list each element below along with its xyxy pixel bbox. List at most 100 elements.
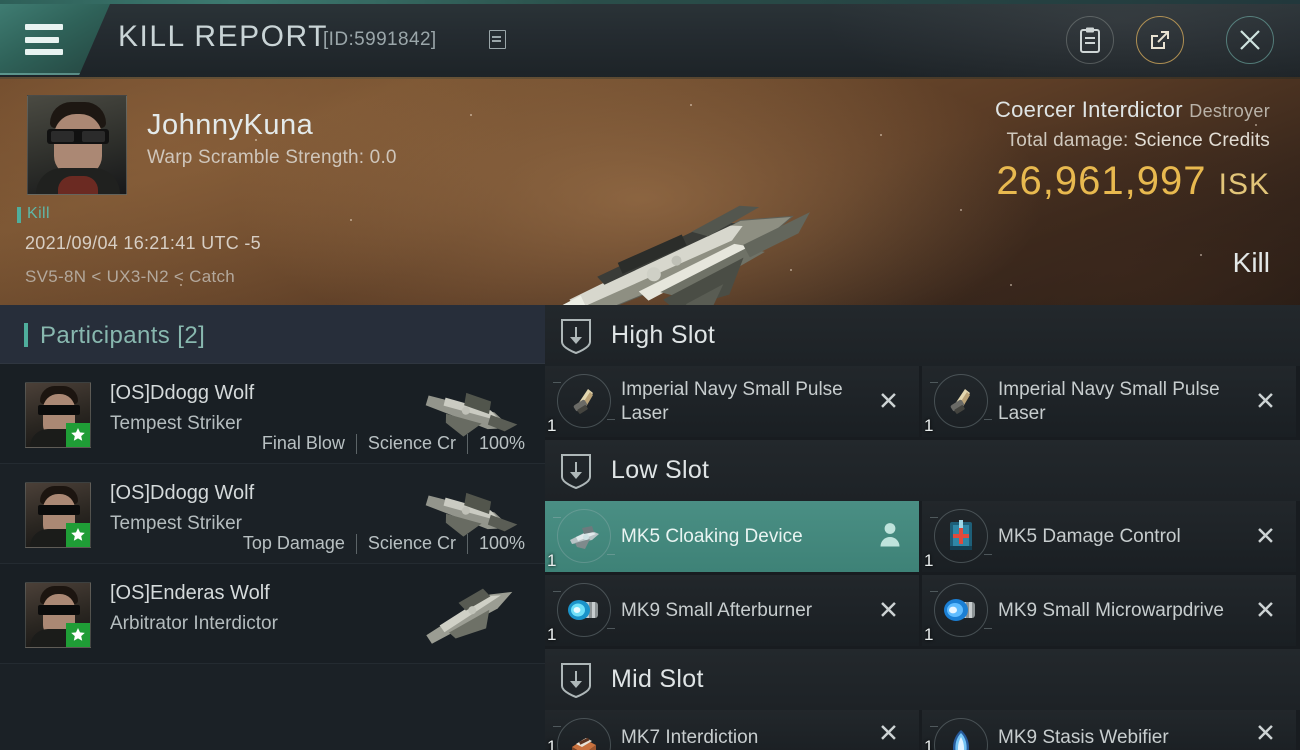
participant-ship: Tempest Striker: [110, 513, 242, 534]
participant-row[interactable]: [OS]Ddogg Wolf Tempest Striker Top Damag…: [0, 464, 545, 564]
microwarpdrive-art: [944, 599, 975, 621]
participant-percent: 100%: [478, 533, 525, 553]
slot-item[interactable]: 1 MK7 Interdiction ✕: [545, 710, 919, 750]
avatar-face: [54, 114, 102, 176]
slot-grid-low: 1 MK5 Cloaking Device 1 MK5 Damage Contr…: [545, 501, 1300, 649]
victim-avatar[interactable]: [27, 95, 127, 195]
participant-ship-icon: [426, 588, 513, 644]
slot-item[interactable]: 1 MK5 Damage Control ✕: [922, 501, 1296, 572]
title-bar: KILL REPORT [ID:5991842]: [0, 0, 1300, 79]
slot-grid-high: 1 Imperial Navy Small Pulse Laser ✕ 1 Im…: [545, 366, 1300, 440]
copy-icon[interactable]: [489, 30, 506, 49]
module-quantity: 1: [924, 625, 934, 644]
slot-header-mid: Mid Slot: [545, 649, 1300, 710]
participant-avatar[interactable]: [25, 482, 91, 548]
module-name: MK9 Stasis Webifier: [998, 727, 1169, 748]
module-name: MK7 Interdiction: [621, 727, 759, 748]
avatar-sunglasses: [47, 129, 109, 144]
kill-tag: Kill: [17, 205, 50, 223]
participant-percent: 100%: [478, 433, 525, 453]
module-quantity: 1: [547, 416, 557, 435]
avatar-sunglasses: [38, 505, 80, 515]
module-icon: [553, 716, 613, 750]
participant-role: Final Blow: [261, 433, 345, 453]
kill-location: SV5-8N < UX3-N2 < Catch: [25, 267, 236, 286]
participant-name: [OS]Ddogg Wolf: [110, 382, 255, 404]
module-quantity: 1: [547, 625, 557, 644]
slot-item[interactable]: 1 MK9 Stasis Webifier ✕: [922, 710, 1296, 750]
pulse-laser-art: [573, 389, 593, 414]
participant-meta: Top Damage Science Cr 100%: [243, 533, 525, 554]
kill-timestamp: 2021/09/04 16:21:41 UTC -5: [25, 233, 261, 253]
clipboard-icon[interactable]: [1066, 16, 1114, 64]
meta-separator: [355, 433, 357, 454]
pilot-icon[interactable]: [879, 521, 901, 552]
remove-module-icon[interactable]: ✕: [1255, 524, 1276, 549]
participant-corp: Science Cr: [367, 533, 456, 553]
meta-separator: [466, 533, 468, 554]
slot-title: High Slot: [611, 321, 716, 349]
slot-item[interactable]: 1 Imperial Navy Small Pulse Laser ✕: [922, 366, 1296, 437]
isk-value-line: 26,961,997 ISK: [995, 159, 1270, 204]
module-name: MK9 Small Microwarpdrive: [998, 599, 1224, 621]
slot-grid-mid: 1 MK7 Interdiction ✕ 1 MK9 Stasis Webifi…: [545, 710, 1300, 750]
avatar-collar: [58, 176, 98, 194]
participant-ship: Tempest Striker: [110, 413, 242, 434]
module-icon: [553, 581, 615, 641]
module-icon: [553, 507, 615, 567]
isk-amount: 26,961,997: [996, 159, 1207, 203]
star-badge-icon: [66, 423, 90, 447]
remove-module-icon[interactable]: ✕: [878, 721, 899, 747]
module-icon: [930, 581, 992, 641]
total-damage-line: Total damage: Science Credits: [995, 130, 1270, 152]
module-name: MK5 Cloaking Device: [621, 525, 803, 547]
close-icon[interactable]: [1226, 16, 1274, 64]
module-quantity: 1: [924, 416, 934, 435]
stasis-webifier-art: [953, 730, 969, 750]
module-name: Imperial Navy Small Pulse Laser: [998, 378, 1220, 424]
avatar-sunglasses: [38, 405, 80, 415]
module-name: MK5 Damage Control: [998, 525, 1181, 547]
slot-item[interactable]: 1 MK9 Small Afterburner ✕: [545, 575, 919, 646]
afterburner-art: [568, 600, 598, 620]
pulse-laser-art: [950, 389, 970, 414]
slot-item[interactable]: 1 Imperial Navy Small Pulse Laser ✕: [545, 366, 919, 437]
report-id: [ID:5991842]: [323, 29, 437, 50]
module-icon: [930, 372, 992, 432]
external-link-icon[interactable]: [1136, 16, 1184, 64]
slot-header-low: Low Slot: [545, 440, 1300, 501]
remove-module-icon[interactable]: ✕: [878, 598, 899, 623]
close-glyph: [1240, 30, 1260, 50]
remove-module-icon[interactable]: ✕: [1255, 389, 1276, 414]
module-name: MK9 Small Afterburner: [621, 599, 813, 621]
participant-avatar[interactable]: [25, 582, 91, 648]
page-title: KILL REPORT: [118, 20, 328, 53]
slot-title: Mid Slot: [611, 665, 704, 693]
participant-avatar[interactable]: [25, 382, 91, 448]
hamburger-menu-icon[interactable]: [25, 24, 63, 55]
isk-unit: ISK: [1218, 168, 1270, 201]
slot-item-selected[interactable]: 1 MK5 Cloaking Device: [545, 501, 919, 572]
star-badge-icon: [66, 623, 90, 647]
victim-ship-render: [550, 205, 810, 305]
total-damage-label: Total damage:: [1006, 130, 1129, 151]
participants-panel: Participants [2] [OS]Ddogg Wolf Tempest …: [0, 305, 545, 750]
participant-name: [OS]Ddogg Wolf: [110, 482, 255, 504]
ship-class: Destroyer: [1189, 101, 1270, 121]
meta-separator: [466, 433, 468, 454]
remove-module-icon[interactable]: ✕: [878, 389, 899, 414]
remove-module-icon[interactable]: ✕: [1255, 721, 1276, 747]
module-icon: [553, 372, 615, 432]
slot-shield-icon: [561, 319, 591, 355]
slot-header-high: High Slot: [545, 305, 1300, 366]
participants-accent-bar: [24, 323, 28, 347]
slot-item[interactable]: 1 MK9 Small Microwarpdrive ✕: [922, 575, 1296, 646]
module-name: Imperial Navy Small Pulse Laser: [621, 378, 843, 424]
participant-row[interactable]: [OS]Enderas Wolf Arbitrator Interdictor: [0, 564, 545, 664]
remove-module-icon[interactable]: ✕: [1255, 598, 1276, 623]
avatar-sunglasses: [38, 605, 80, 615]
slot-title: Low Slot: [611, 456, 710, 484]
slot-shield-icon: [561, 663, 591, 699]
participant-row[interactable]: [OS]Ddogg Wolf Tempest Striker Final Blo…: [0, 364, 545, 464]
participant-name: [OS]Enderas Wolf: [110, 582, 270, 604]
